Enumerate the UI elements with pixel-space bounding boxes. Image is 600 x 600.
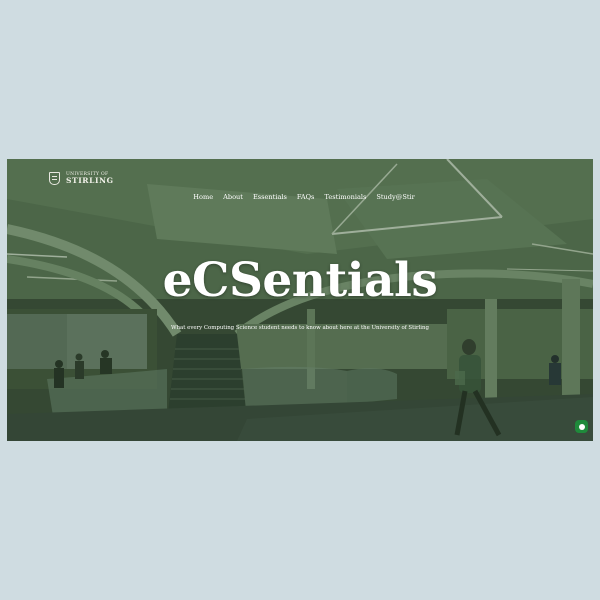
hero-title: eCSentials xyxy=(162,253,438,308)
nav-item-about[interactable]: About xyxy=(223,193,243,201)
nav-item-home[interactable]: Home xyxy=(193,193,213,201)
hero-subtitle: What every Computing Science student nee… xyxy=(171,325,429,331)
chat-bubble-icon xyxy=(578,423,585,430)
main-navigation: Home About Essentials FAQs Testimonials … xyxy=(7,193,593,201)
hero-section: UNIVERSITY OF STIRLING Home About Essent… xyxy=(7,159,593,441)
university-logo[interactable]: UNIVERSITY OF STIRLING xyxy=(49,172,114,185)
nav-item-testimonials[interactable]: Testimonials xyxy=(324,193,366,201)
logo-line-2: STIRLING xyxy=(66,176,114,185)
university-crest-icon xyxy=(49,172,60,185)
chat-button[interactable] xyxy=(575,420,588,433)
nav-item-study-at-stir[interactable]: Study@Stir xyxy=(376,193,414,201)
logo-text: UNIVERSITY OF STIRLING xyxy=(66,172,114,185)
nav-item-essentials[interactable]: Essentials xyxy=(253,193,287,201)
nav-item-faqs[interactable]: FAQs xyxy=(297,193,315,201)
